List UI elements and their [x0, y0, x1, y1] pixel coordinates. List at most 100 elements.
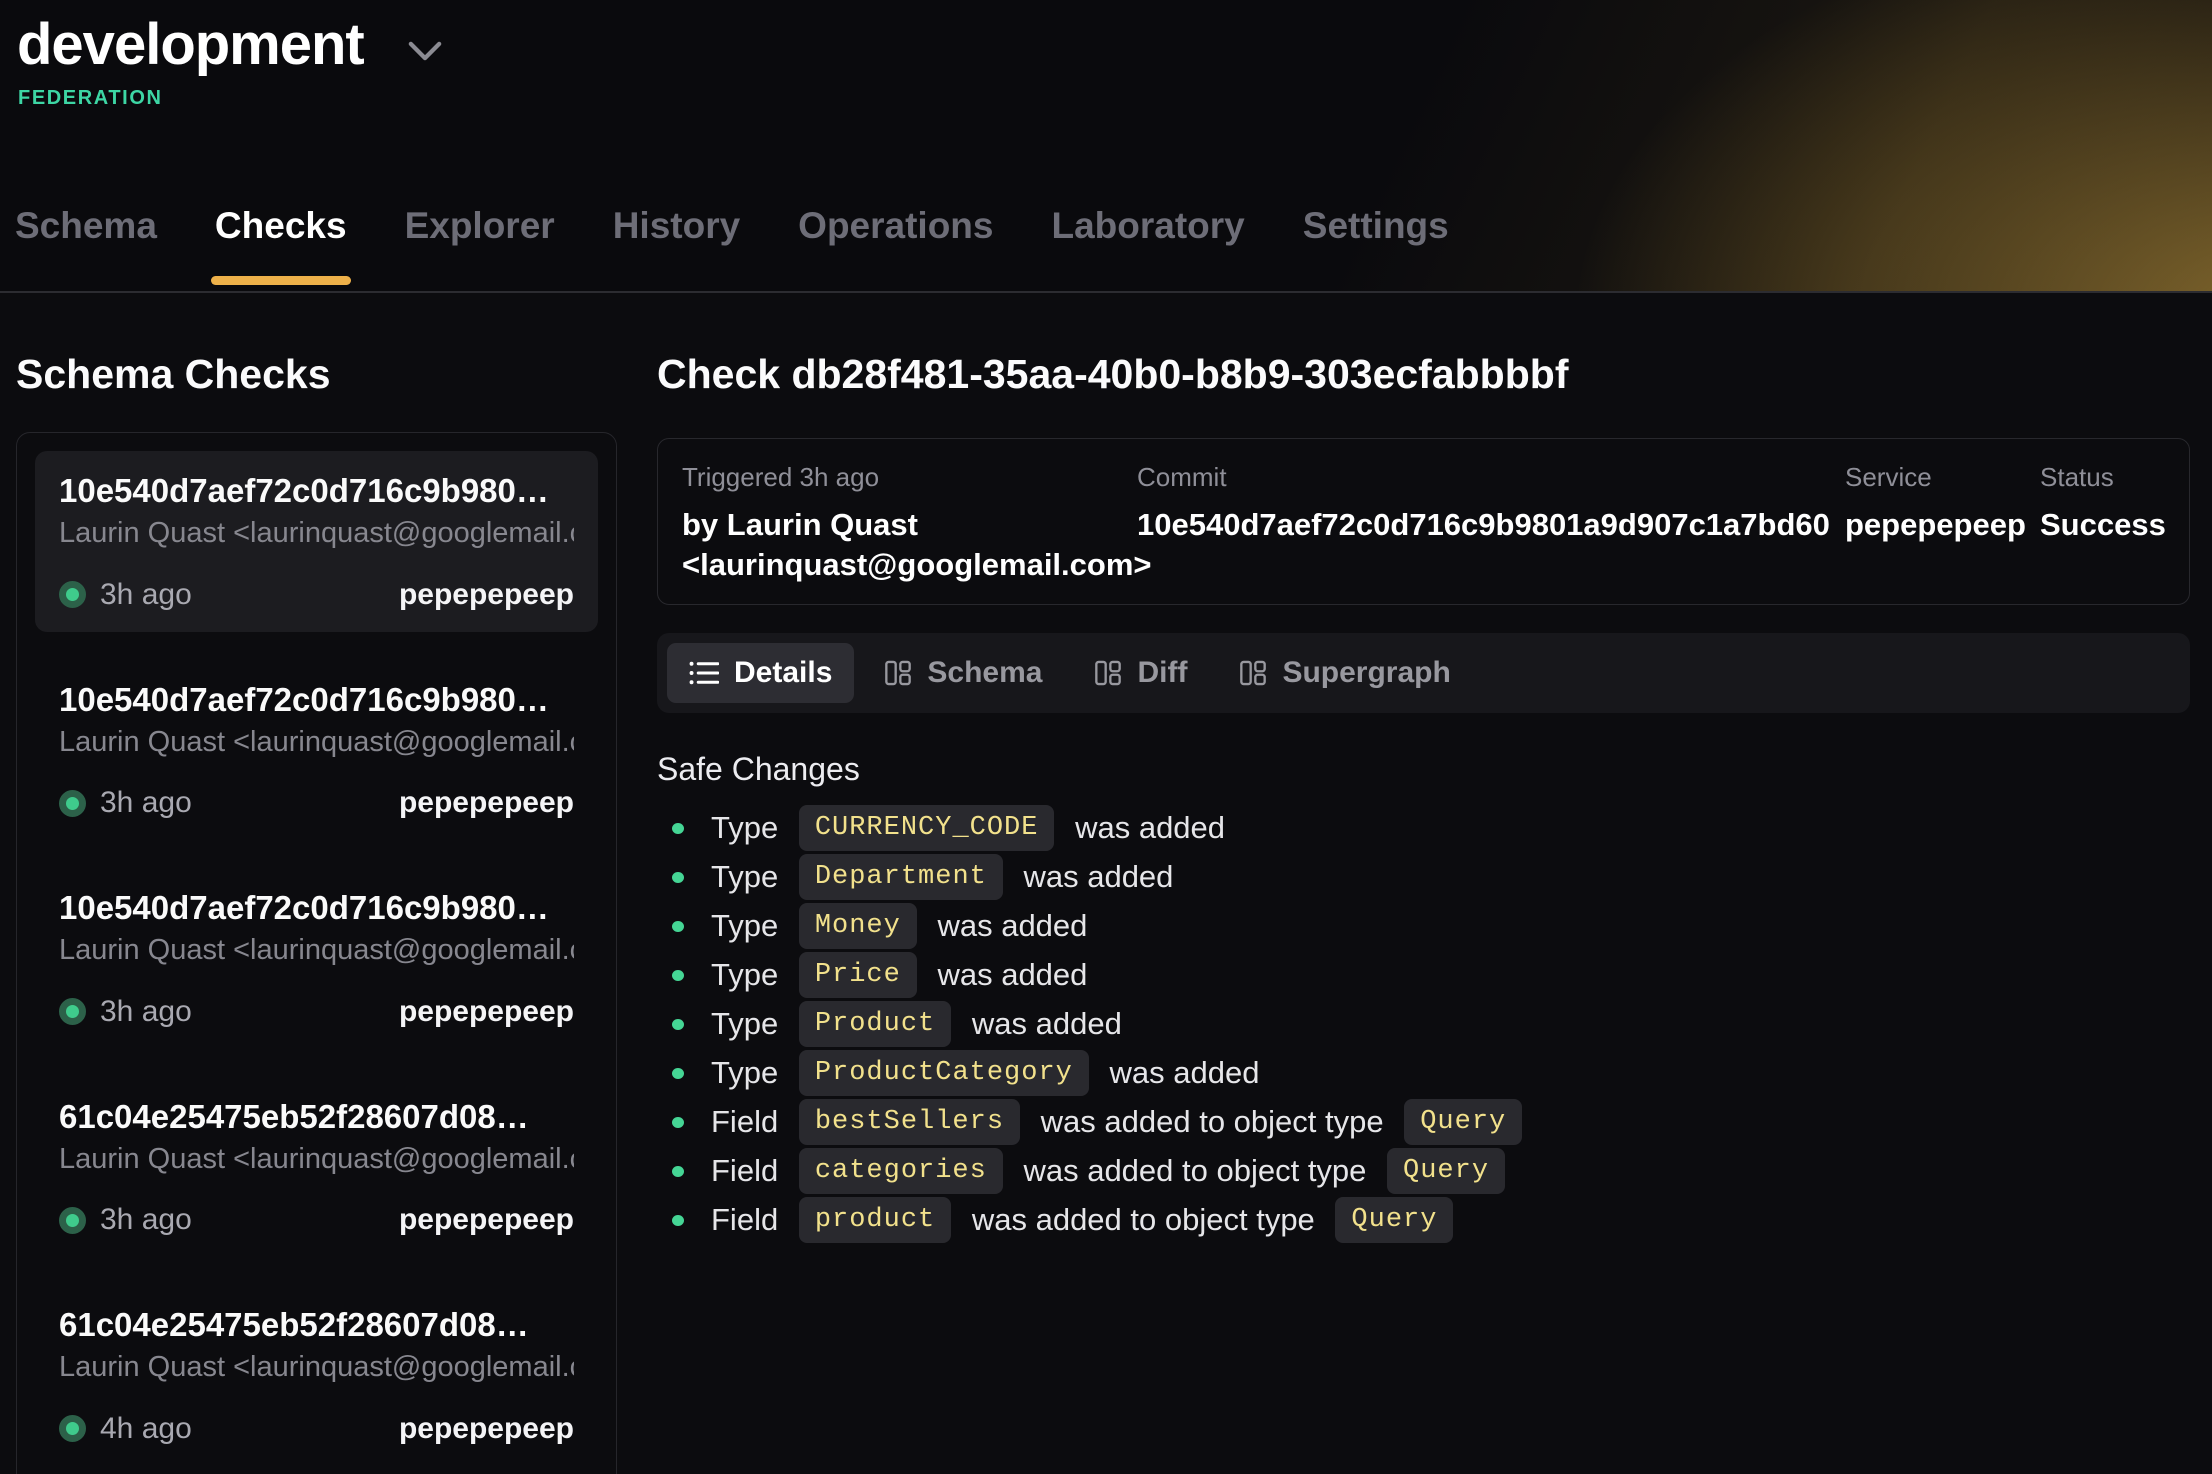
code-chip: Product: [799, 1001, 951, 1047]
change-list-item: Field bestSellers was added to object ty…: [657, 1098, 2190, 1147]
change-text: was added: [929, 957, 1088, 993]
check-author: Laurin Quast <laurinquast@googlemail.co…: [59, 724, 574, 760]
check-list-item[interactable]: 10e540d7aef72c0d716c9b980… Laurin Quast …: [35, 451, 598, 632]
status-dot-icon: [59, 1415, 86, 1442]
check-service-label: pepepepeep: [399, 1412, 574, 1446]
meta-status: Status Success: [2040, 461, 2165, 585]
change-list-item: Type ProductCategory was added: [657, 1049, 2190, 1098]
schema-checks-list: 10e540d7aef72c0d716c9b980… Laurin Quast …: [16, 432, 617, 1474]
app-header: development FEDERATION Schema Checks Explo…: [0, 0, 2212, 293]
check-commit-hash: 61c04e25475eb52f28607d08…: [59, 1305, 574, 1345]
bullet-icon: [672, 823, 684, 834]
code-chip: bestSellers: [799, 1099, 1020, 1145]
code-chip: Department: [799, 854, 1003, 900]
check-service-label: pepepepeep: [399, 578, 574, 612]
meta-commit-value: 10e540d7aef72c0d716c9b9801a9d907c1a7bd60: [1137, 505, 1845, 545]
tab-schema[interactable]: Schema: [15, 205, 157, 291]
change-text: was added: [1015, 859, 1174, 895]
tab-settings[interactable]: Settings: [1303, 205, 1449, 291]
code-chip: CURRENCY_CODE: [799, 805, 1055, 851]
change-text: Field: [711, 1104, 787, 1140]
bullet-icon: [672, 921, 684, 932]
meta-triggered-email: <laurinquast@googlemail.com>: [682, 545, 1137, 585]
check-author: Laurin Quast <laurinquast@googlemail.co…: [59, 1349, 574, 1385]
subtab-schema[interactable]: Schema: [862, 643, 1064, 703]
changes-list: Type CURRENCY_CODE was addedType Departm…: [657, 804, 2190, 1245]
check-service-label: pepepepeep: [399, 1203, 574, 1237]
check-time-label: 3h ago: [100, 786, 192, 820]
tab-history[interactable]: History: [613, 205, 740, 291]
bullet-icon: [672, 1215, 684, 1226]
check-author: Laurin Quast <laurinquast@googlemail.co…: [59, 932, 574, 968]
meta-service: Service pepepepeep: [1845, 461, 2040, 585]
change-text: Type: [711, 908, 787, 944]
meta-commit-label: Commit: [1137, 461, 1845, 495]
subtab-diff[interactable]: Diff: [1072, 643, 1209, 703]
change-list-item: Type Price was added: [657, 951, 2190, 1000]
tab-explorer[interactable]: Explorer: [405, 205, 555, 291]
bullet-icon: [672, 1166, 684, 1177]
change-text: was added: [929, 908, 1088, 944]
bullet-icon: [672, 872, 684, 883]
change-text: Type: [711, 810, 787, 846]
check-time-label: 4h ago: [100, 1412, 192, 1446]
code-chip: Price: [799, 952, 917, 998]
change-text: Type: [711, 1006, 787, 1042]
check-commit-hash: 10e540d7aef72c0d716c9b980…: [59, 471, 574, 511]
check-commit-hash: 61c04e25475eb52f28607d08…: [59, 1097, 574, 1137]
bullet-icon: [672, 1117, 684, 1128]
check-list-item[interactable]: 10e540d7aef72c0d716c9b980… Laurin Quast …: [35, 660, 598, 841]
change-text: Type: [711, 957, 787, 993]
main-content: Schema Checks 10e540d7aef72c0d716c9b980……: [0, 293, 2212, 1474]
page-title: Check db28f481-35aa-40b0-b8b9-303ecfabbb…: [657, 351, 2190, 398]
meta-commit: Commit 10e540d7aef72c0d716c9b9801a9d907c…: [1137, 461, 1845, 585]
check-commit-hash: 10e540d7aef72c0d716c9b980…: [59, 680, 574, 720]
chevron-down-icon[interactable]: [408, 41, 442, 61]
check-list-item[interactable]: 61c04e25475eb52f28607d08… Laurin Quast <…: [35, 1285, 598, 1466]
change-text: Type: [711, 1055, 787, 1091]
primary-nav: Schema Checks Explorer History Operations Lab…: [15, 205, 1449, 291]
bullet-icon: [672, 970, 684, 981]
bullet-icon: [672, 1068, 684, 1079]
change-list-item: Field categories was added to object typ…: [657, 1147, 2190, 1196]
tab-laboratory[interactable]: Laboratory: [1052, 205, 1245, 291]
code-chip: product: [799, 1197, 951, 1243]
meta-status-value: Success: [2040, 505, 2165, 545]
change-text: was added: [1101, 1055, 1260, 1091]
code-chip: ProductCategory: [799, 1050, 1089, 1096]
list-icon: [689, 660, 719, 686]
check-author: Laurin Quast <laurinquast@googlemail.co…: [59, 1141, 574, 1177]
federation-badge: FEDERATION: [18, 87, 2212, 110]
change-list-item: Type CURRENCY_CODE was added: [657, 804, 2190, 853]
check-list-item[interactable]: 10e540d7aef72c0d716c9b980… Laurin Quast …: [35, 868, 598, 1049]
meta-triggered-by: by Laurin Quast: [682, 505, 1137, 545]
check-meta-box: Triggered 3h ago by Laurin Quast <laurin…: [657, 438, 2190, 604]
change-list-item: Field product was added to object type Q…: [657, 1196, 2190, 1245]
subtab-details[interactable]: Details: [667, 643, 854, 703]
status-dot-icon: [59, 581, 86, 608]
meta-triggered: Triggered 3h ago by Laurin Quast <laurin…: [682, 461, 1137, 585]
change-text: Field: [711, 1153, 787, 1189]
safe-changes-title: Safe Changes: [657, 751, 2190, 788]
project-selector[interactable]: development: [0, 0, 2212, 79]
check-time-label: 3h ago: [100, 995, 192, 1029]
checks-sidebar: Schema Checks 10e540d7aef72c0d716c9b980……: [16, 293, 617, 1474]
code-chip: categories: [799, 1148, 1003, 1194]
check-time-label: 3h ago: [100, 1203, 192, 1237]
change-text: Field: [711, 1202, 787, 1238]
change-list-item: Type Money was added: [657, 902, 2190, 951]
change-text: was added: [963, 1006, 1122, 1042]
status-dot-icon: [59, 790, 86, 817]
code-chip: Money: [799, 903, 917, 949]
subtab-supergraph[interactable]: Supergraph: [1217, 643, 1472, 703]
status-dot-icon: [59, 998, 86, 1025]
change-list-item: Type Department was added: [657, 853, 2190, 902]
check-list-item[interactable]: 61c04e25475eb52f28607d08… Laurin Quast <…: [35, 1077, 598, 1258]
meta-status-label: Status: [2040, 461, 2165, 495]
meta-service-label: Service: [1845, 461, 2040, 495]
tab-operations[interactable]: Operations: [798, 205, 993, 291]
columns-icon: [1094, 659, 1122, 687]
tab-checks[interactable]: Checks: [215, 205, 347, 291]
bullet-icon: [672, 1019, 684, 1030]
change-text: was added: [1066, 810, 1225, 846]
